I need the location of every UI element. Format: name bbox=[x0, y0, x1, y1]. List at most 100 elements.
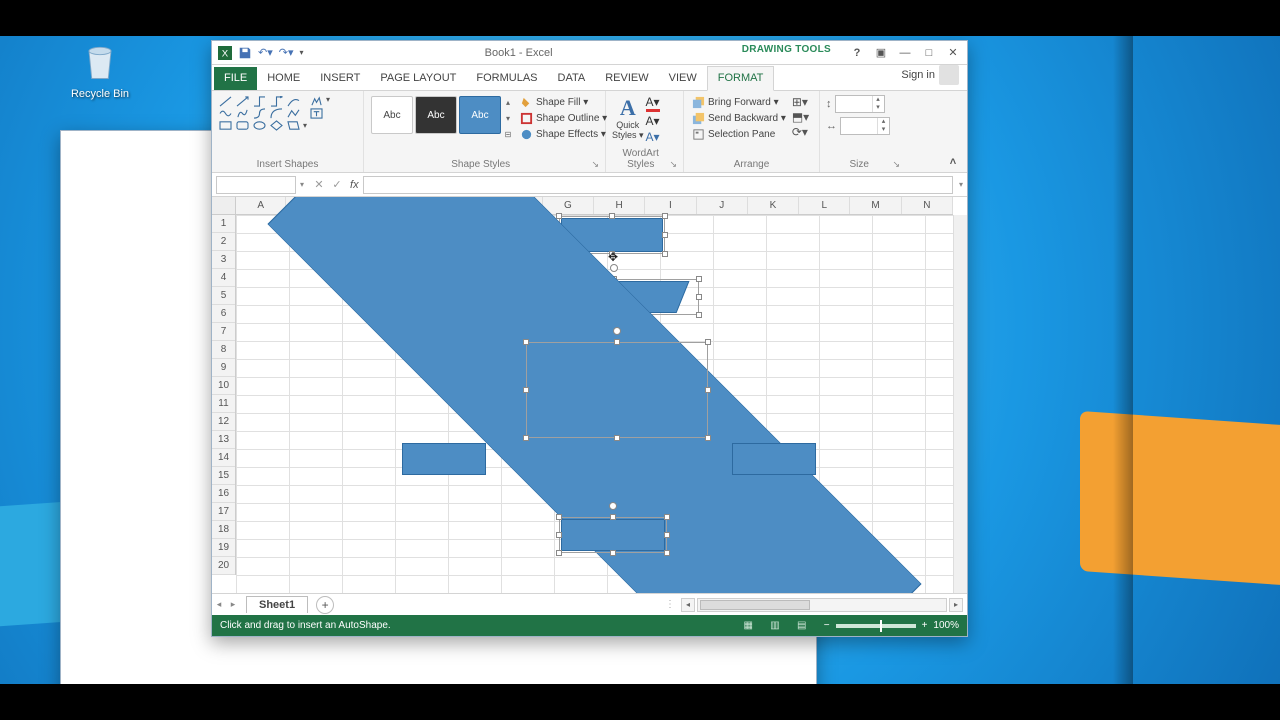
gallery-up-icon[interactable]: ▴ bbox=[502, 98, 514, 107]
formula-input[interactable] bbox=[363, 176, 953, 194]
select-all-corner[interactable] bbox=[212, 197, 236, 215]
text-box-icon[interactable] bbox=[309, 107, 324, 119]
shape-style-thumb-1[interactable]: Abc bbox=[371, 96, 413, 134]
redo-icon[interactable]: ↷▾ bbox=[279, 46, 294, 59]
row-header[interactable]: 16 bbox=[212, 485, 235, 503]
row-header[interactable]: 11 bbox=[212, 395, 235, 413]
shape-rect-icon[interactable] bbox=[218, 119, 233, 131]
row-header[interactable]: 5 bbox=[212, 287, 235, 305]
sheet-tab[interactable]: Sheet1 bbox=[246, 596, 308, 613]
tab-view[interactable]: VIEW bbox=[659, 67, 707, 90]
column-header[interactable]: M bbox=[850, 197, 901, 214]
cancel-icon[interactable]: ✕ bbox=[310, 178, 328, 191]
qat-customize-icon[interactable]: ▾ bbox=[300, 48, 304, 57]
shape-style-thumb-3[interactable]: Abc bbox=[459, 96, 501, 134]
enter-icon[interactable]: ✓ bbox=[328, 178, 346, 191]
text-outline-icon[interactable]: A▾ bbox=[646, 114, 660, 128]
zoom-out-icon[interactable]: − bbox=[824, 620, 830, 631]
column-header[interactable]: I bbox=[645, 197, 696, 214]
row-header[interactable]: 2 bbox=[212, 233, 235, 251]
group-icon[interactable]: ⬒▾ bbox=[792, 110, 809, 124]
column-header[interactable]: H bbox=[594, 197, 645, 214]
shape-arc-icon[interactable] bbox=[269, 107, 284, 119]
shape-connector-icon[interactable] bbox=[252, 107, 267, 119]
row-header[interactable]: 20 bbox=[212, 557, 235, 575]
send-backward-button[interactable]: Send Backward ▾ bbox=[690, 111, 788, 126]
zoom-slider[interactable] bbox=[836, 624, 916, 628]
shape-diamond-icon[interactable] bbox=[269, 119, 284, 131]
flowchart-process-shape[interactable] bbox=[561, 519, 665, 551]
tab-file[interactable]: FILE bbox=[214, 67, 257, 90]
row-header[interactable]: 1 bbox=[212, 215, 235, 233]
hscroll-left-icon[interactable]: ◂ bbox=[681, 598, 695, 612]
row-headers[interactable]: 1234567891011121314151617181920 bbox=[212, 215, 236, 575]
name-box[interactable] bbox=[216, 176, 296, 194]
text-effects-icon[interactable]: A▾ bbox=[646, 130, 660, 144]
row-header[interactable]: 15 bbox=[212, 467, 235, 485]
tab-home[interactable]: HOME bbox=[257, 67, 310, 90]
shape-roundrect-icon[interactable] bbox=[235, 119, 250, 131]
shape-outline-button[interactable]: Shape Outline ▾ bbox=[518, 111, 609, 126]
tab-format[interactable]: FORMAT bbox=[707, 66, 775, 91]
horizontal-scrollbar[interactable] bbox=[697, 598, 947, 612]
page-break-view-icon[interactable]: ▤ bbox=[790, 620, 814, 631]
flowchart-process-shape[interactable] bbox=[732, 443, 816, 475]
shape-parallelogram-icon[interactable] bbox=[286, 119, 301, 131]
selection-pane-button[interactable]: Selection Pane bbox=[690, 127, 788, 142]
rotate-icon[interactable]: ⟳▾ bbox=[792, 125, 809, 139]
shape-style-thumb-2[interactable]: Abc bbox=[415, 96, 457, 134]
shape-elbow-icon[interactable] bbox=[252, 95, 267, 107]
normal-view-icon[interactable]: ▦ bbox=[736, 620, 760, 631]
add-sheet-button[interactable]: + bbox=[316, 596, 334, 614]
height-input[interactable]: ▴▾ bbox=[835, 95, 885, 113]
hscroll-right-icon[interactable]: ▸ bbox=[949, 598, 963, 612]
column-header[interactable]: L bbox=[799, 197, 850, 214]
column-header[interactable]: G bbox=[543, 197, 594, 214]
zoom-control[interactable]: − + 100% bbox=[824, 620, 959, 631]
row-header[interactable]: 19 bbox=[212, 539, 235, 557]
align-icon[interactable]: ⊞▾ bbox=[792, 95, 809, 109]
tab-review[interactable]: REVIEW bbox=[595, 67, 658, 90]
grid[interactable]: ✥ bbox=[236, 215, 953, 593]
row-header[interactable]: 7 bbox=[212, 323, 235, 341]
save-icon[interactable] bbox=[238, 46, 252, 60]
page-layout-view-icon[interactable]: ▥ bbox=[763, 620, 787, 631]
tab-data[interactable]: DATA bbox=[548, 67, 596, 90]
row-header[interactable]: 18 bbox=[212, 521, 235, 539]
row-header[interactable]: 10 bbox=[212, 377, 235, 395]
shape-polyline-icon[interactable] bbox=[286, 107, 301, 119]
row-header[interactable]: 9 bbox=[212, 359, 235, 377]
gallery-down-icon[interactable]: ▾ bbox=[502, 114, 514, 123]
row-header[interactable]: 4 bbox=[212, 269, 235, 287]
zoom-level[interactable]: 100% bbox=[933, 620, 959, 631]
rotate-handle-icon[interactable] bbox=[610, 264, 618, 272]
row-header[interactable]: 12 bbox=[212, 413, 235, 431]
flowchart-process-shape[interactable] bbox=[402, 443, 486, 475]
dialog-launcher-icon[interactable]: ↘ bbox=[591, 159, 599, 170]
undo-icon[interactable]: ↶▾ bbox=[258, 46, 273, 59]
shape-line-arrow-icon[interactable] bbox=[235, 95, 250, 107]
column-header[interactable]: N bbox=[902, 197, 953, 214]
edit-shape-icon[interactable] bbox=[309, 95, 324, 107]
tab-page-layout[interactable]: PAGE LAYOUT bbox=[370, 67, 466, 90]
row-header[interactable]: 17 bbox=[212, 503, 235, 521]
tab-nav-next-icon[interactable]: ▸ bbox=[226, 599, 240, 610]
dialog-launcher-icon[interactable]: ↘ bbox=[892, 159, 900, 170]
worksheet-area[interactable]: ABCDEFGHIJKLMN 1234567891011121314151617… bbox=[212, 197, 967, 593]
bring-forward-button[interactable]: Bring Forward ▾ bbox=[690, 95, 788, 110]
gallery-more-icon[interactable]: ⊟ bbox=[502, 130, 514, 139]
column-header[interactable]: J bbox=[697, 197, 748, 214]
shape-oval-icon[interactable] bbox=[252, 119, 267, 131]
row-header[interactable]: 14 bbox=[212, 449, 235, 467]
row-header[interactable]: 13 bbox=[212, 431, 235, 449]
expand-formula-bar-icon[interactable]: ▾ bbox=[959, 180, 967, 189]
text-fill-icon[interactable]: A▾ bbox=[646, 95, 660, 112]
ribbon-display-options-icon[interactable]: ▣ bbox=[869, 43, 893, 63]
row-header[interactable]: 8 bbox=[212, 341, 235, 359]
row-header[interactable]: 3 bbox=[212, 251, 235, 269]
tab-formulas[interactable]: FORMULAS bbox=[466, 67, 547, 90]
flowchart-decision-shape[interactable] bbox=[236, 215, 404, 301]
desktop-icon-recycle-bin[interactable]: Recycle Bin bbox=[60, 40, 140, 100]
shape-freeform-icon[interactable] bbox=[235, 107, 250, 119]
tab-insert[interactable]: INSERT bbox=[310, 67, 370, 90]
